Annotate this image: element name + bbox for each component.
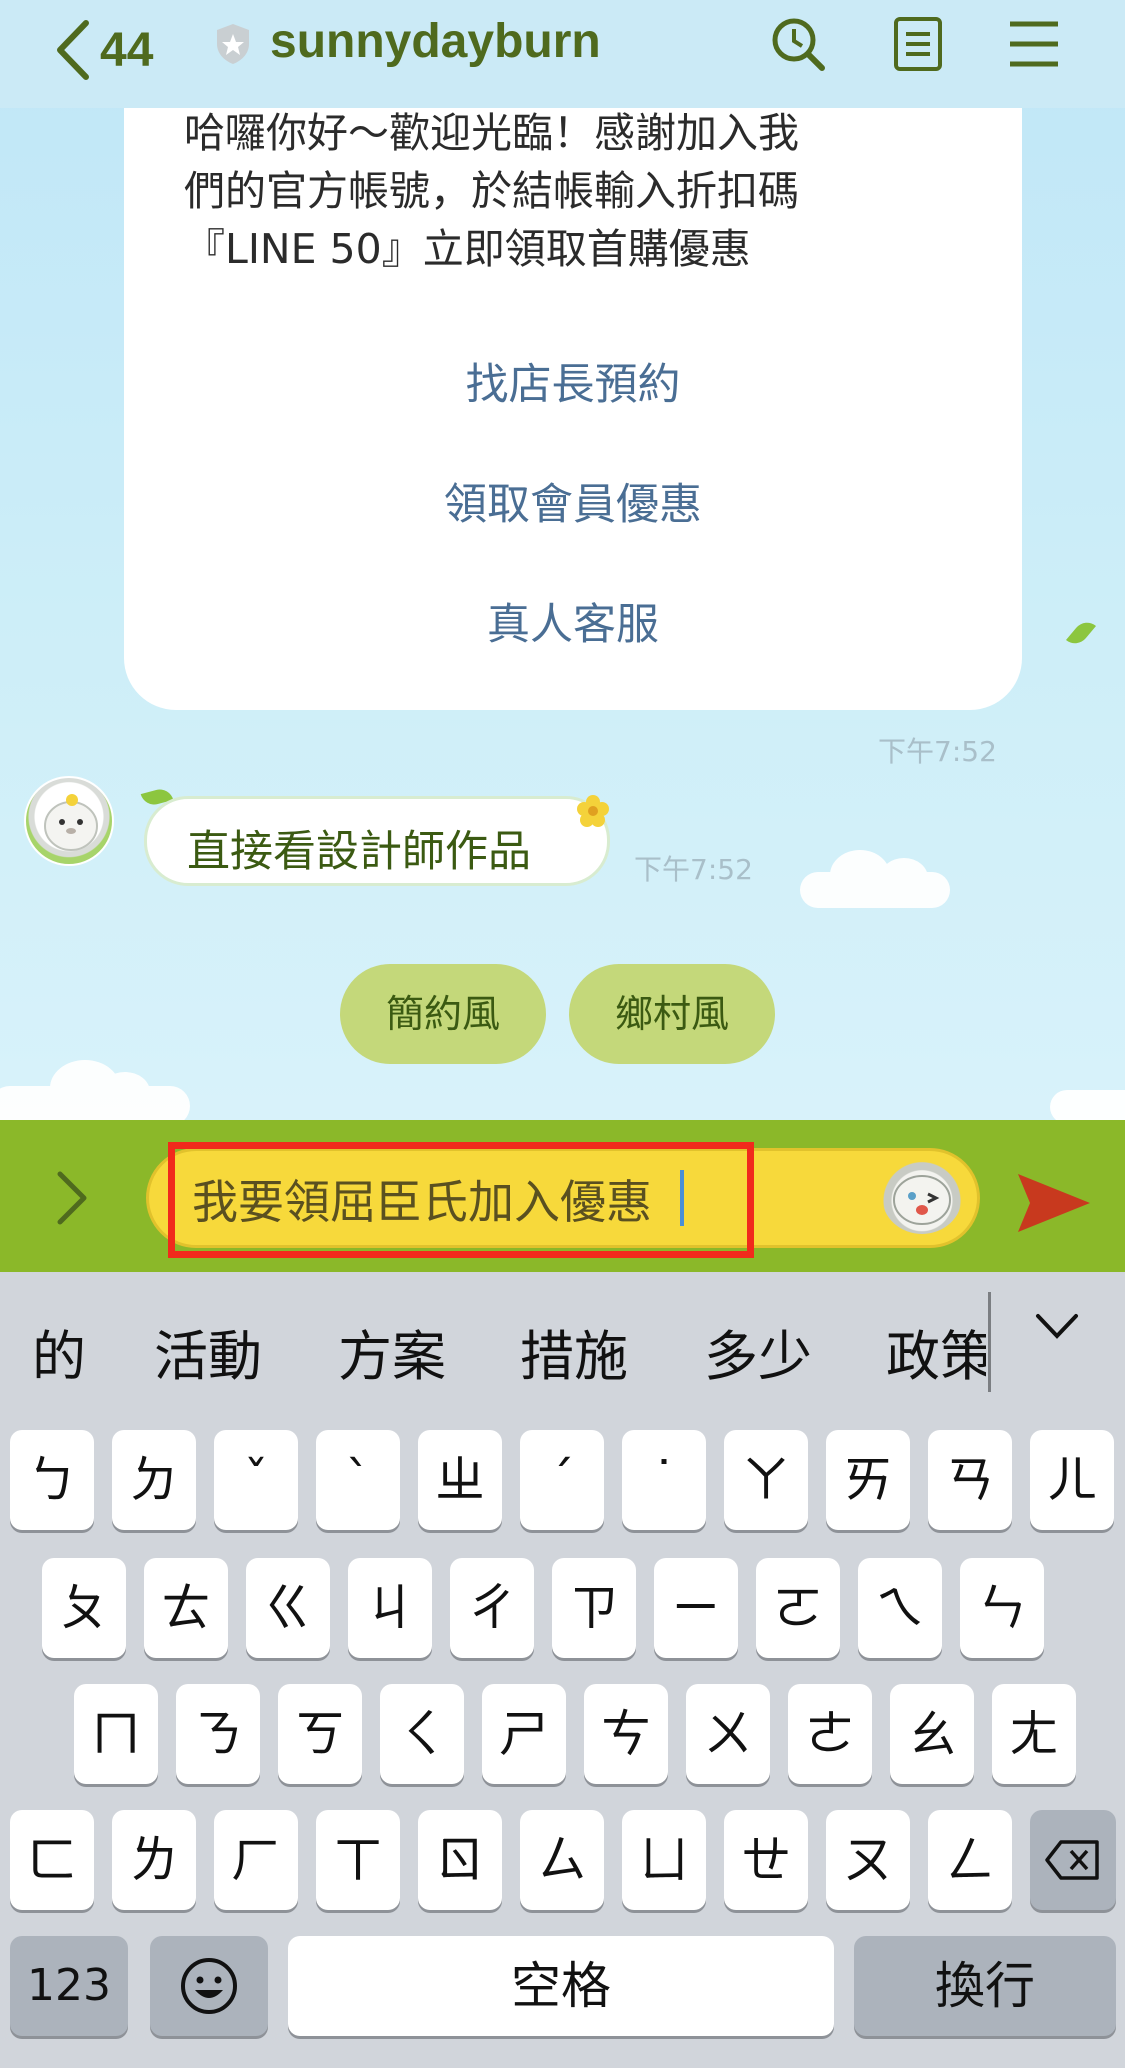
send-icon[interactable]	[1016, 1172, 1092, 1234]
bopomofo-key[interactable]: ㄊ	[144, 1558, 228, 1658]
menu-button[interactable]	[1004, 14, 1064, 74]
message-input-bar: 我要領屈臣氏加入優惠	[0, 1120, 1125, 1272]
bopomofo-key[interactable]: ㄤ	[992, 1684, 1076, 1784]
bopomofo-key[interactable]: ㄙ	[520, 1810, 604, 1910]
bopomofo-key[interactable]: ㄉ	[112, 1430, 196, 1530]
bopomofo-key[interactable]: ㄏ	[214, 1810, 298, 1910]
candidate-word[interactable]: 政策	[886, 1312, 986, 1391]
bopomofo-key[interactable]: ㄍ	[246, 1558, 330, 1658]
search-icon	[772, 18, 825, 71]
bopomofo-key[interactable]: ㄡ	[826, 1810, 910, 1910]
bopomofo-key[interactable]: ㄇ	[74, 1684, 158, 1784]
leaf-decoration	[1065, 617, 1097, 649]
notes-icon	[894, 17, 942, 71]
bopomofo-key[interactable]: ˊ	[520, 1430, 604, 1530]
bopomofo-key[interactable]: ㄎ	[278, 1684, 362, 1784]
menu-link-book-manager[interactable]: 找店長預約	[124, 350, 1022, 412]
chevron-left-icon	[57, 20, 89, 80]
user-message-bubble: 直接看設計師作品	[144, 796, 610, 886]
message-timestamp: 下午7:52	[634, 853, 753, 886]
bopomofo-key[interactable]: ㄕ	[482, 1684, 566, 1784]
bopomofo-key[interactable]: ㄨ	[686, 1684, 770, 1784]
bopomofo-key[interactable]: ˇ	[214, 1430, 298, 1530]
bopomofo-key[interactable]: ㄗ	[552, 1558, 636, 1658]
bopomofo-key[interactable]: ㄞ	[826, 1430, 910, 1530]
bopomofo-key[interactable]: ㄒ	[316, 1810, 400, 1910]
bot-message-text: 哈囉你好～歡迎光臨！感謝加入我 們的官方帳號，於結帳輸入折扣碼 『LINE 50…	[184, 109, 799, 273]
candidate-word[interactable]: 的	[32, 1312, 86, 1391]
message-timestamp: 下午7:52	[878, 735, 997, 768]
chevron-down-icon[interactable]	[1034, 1312, 1080, 1342]
user-message-text: 直接看設計師作品	[187, 827, 531, 877]
chevron-right-icon[interactable]	[50, 1168, 94, 1228]
bopomofo-key[interactable]: ˙	[622, 1430, 706, 1530]
sticker-icon	[893, 1175, 951, 1225]
bopomofo-key[interactable]: ㄩ	[622, 1810, 706, 1910]
bopomofo-key[interactable]: ㄦ	[1030, 1430, 1114, 1530]
bopomofo-key[interactable]: ㄟ	[858, 1558, 942, 1658]
avatar[interactable]	[24, 776, 114, 866]
bopomofo-key[interactable]: ㄌ	[112, 1810, 196, 1910]
quick-reply-minimal-style[interactable]: 簡約風	[340, 964, 546, 1064]
quick-reply-country-style[interactable]: 鄉村風	[569, 964, 775, 1064]
bopomofo-key[interactable]: ㄐ	[348, 1558, 432, 1658]
bopomofo-key[interactable]: ㄑ	[380, 1684, 464, 1784]
avatar-character-icon	[44, 794, 98, 851]
numbers-key[interactable]: 123	[10, 1936, 128, 2036]
flower-icon	[577, 795, 609, 827]
chat-title: sunnydayburn	[270, 15, 601, 68]
bopomofo-key[interactable]: ㄥ	[928, 1810, 1012, 1910]
cloud-decoration	[800, 850, 950, 908]
bopomofo-key[interactable]: ㄧ	[654, 1558, 738, 1658]
bopomofo-key[interactable]: ㄜ	[788, 1684, 872, 1784]
backspace-icon	[1045, 1840, 1099, 1880]
bopomofo-key[interactable]: ㄅ	[10, 1430, 94, 1530]
chat-background: 哈囉你好～歡迎光臨！感謝加入我 們的官方帳號，於結帳輸入折扣碼 『LINE 50…	[0, 0, 1125, 1120]
notes-button[interactable]	[888, 14, 948, 74]
bopomofo-key[interactable]: ㄋ	[176, 1684, 260, 1784]
bopomofo-key[interactable]: ㄛ	[756, 1558, 840, 1658]
bopomofo-key[interactable]: ㄈ	[10, 1810, 94, 1910]
candidate-word[interactable]: 多少	[704, 1312, 812, 1391]
bopomofo-key[interactable]: ㄔ	[450, 1558, 534, 1658]
candidate-word[interactable]: 方案	[338, 1312, 446, 1391]
bopomofo-key[interactable]: ㄆ	[42, 1558, 126, 1658]
menu-link-member-offer[interactable]: 領取會員優惠	[124, 470, 1022, 532]
candidate-divider	[988, 1292, 991, 1392]
cloud-decoration	[0, 1060, 190, 1120]
bopomofo-key[interactable]: ㄝ	[724, 1810, 808, 1910]
shield-icon	[217, 24, 249, 64]
emoji-icon	[181, 1958, 237, 2014]
menu-link-live-support[interactable]: 真人客服	[124, 590, 1022, 652]
return-key[interactable]: 換行	[854, 1936, 1116, 2036]
emoji-key[interactable]	[150, 1936, 268, 2036]
menu-icon	[1010, 21, 1058, 67]
candidate-word[interactable]: 措施	[520, 1312, 628, 1391]
unread-count: 44	[100, 23, 154, 77]
bopomofo-key[interactable]: ㄘ	[584, 1684, 668, 1784]
keyboard: 的 活動 方案 措施 多少 政策 ㄅㄉ ˇ ˋ ㄓ ˊ ˙ ㄚㄞㄢㄦㄆㄊㄍㄐㄔㄗㄧㄛㄟㄣㄇㄋ…	[0, 1272, 1125, 2068]
bopomofo-key[interactable]: ㄖ	[418, 1810, 502, 1910]
bopomofo-key[interactable]: ˋ	[316, 1430, 400, 1530]
search-button[interactable]	[768, 14, 828, 74]
bopomofo-key[interactable]: ㄢ	[928, 1430, 1012, 1530]
chat-header: 44 sunnydayburn	[0, 0, 1125, 108]
bot-message-bubble: 哈囉你好～歡迎光臨！感謝加入我 們的官方帳號，於結帳輸入折扣碼 『LINE 50…	[124, 60, 1022, 710]
backspace-key[interactable]	[1030, 1810, 1116, 1910]
back-button[interactable]: 44	[52, 10, 153, 90]
bopomofo-key[interactable]: ㄠ	[890, 1684, 974, 1784]
bopomofo-key[interactable]: ㄣ	[960, 1558, 1044, 1658]
cloud-decoration	[1050, 1090, 1125, 1120]
bopomofo-key[interactable]: ㄓ	[418, 1430, 502, 1530]
candidate-word[interactable]: 活動	[154, 1312, 262, 1391]
candidate-bar: 的 活動 方案 措施 多少 政策	[0, 1272, 1125, 1412]
bopomofo-key[interactable]: ㄚ	[724, 1430, 808, 1530]
highlight-box	[168, 1142, 754, 1258]
space-key[interactable]: 空格	[288, 1936, 834, 2036]
sticker-button[interactable]	[882, 1160, 962, 1234]
